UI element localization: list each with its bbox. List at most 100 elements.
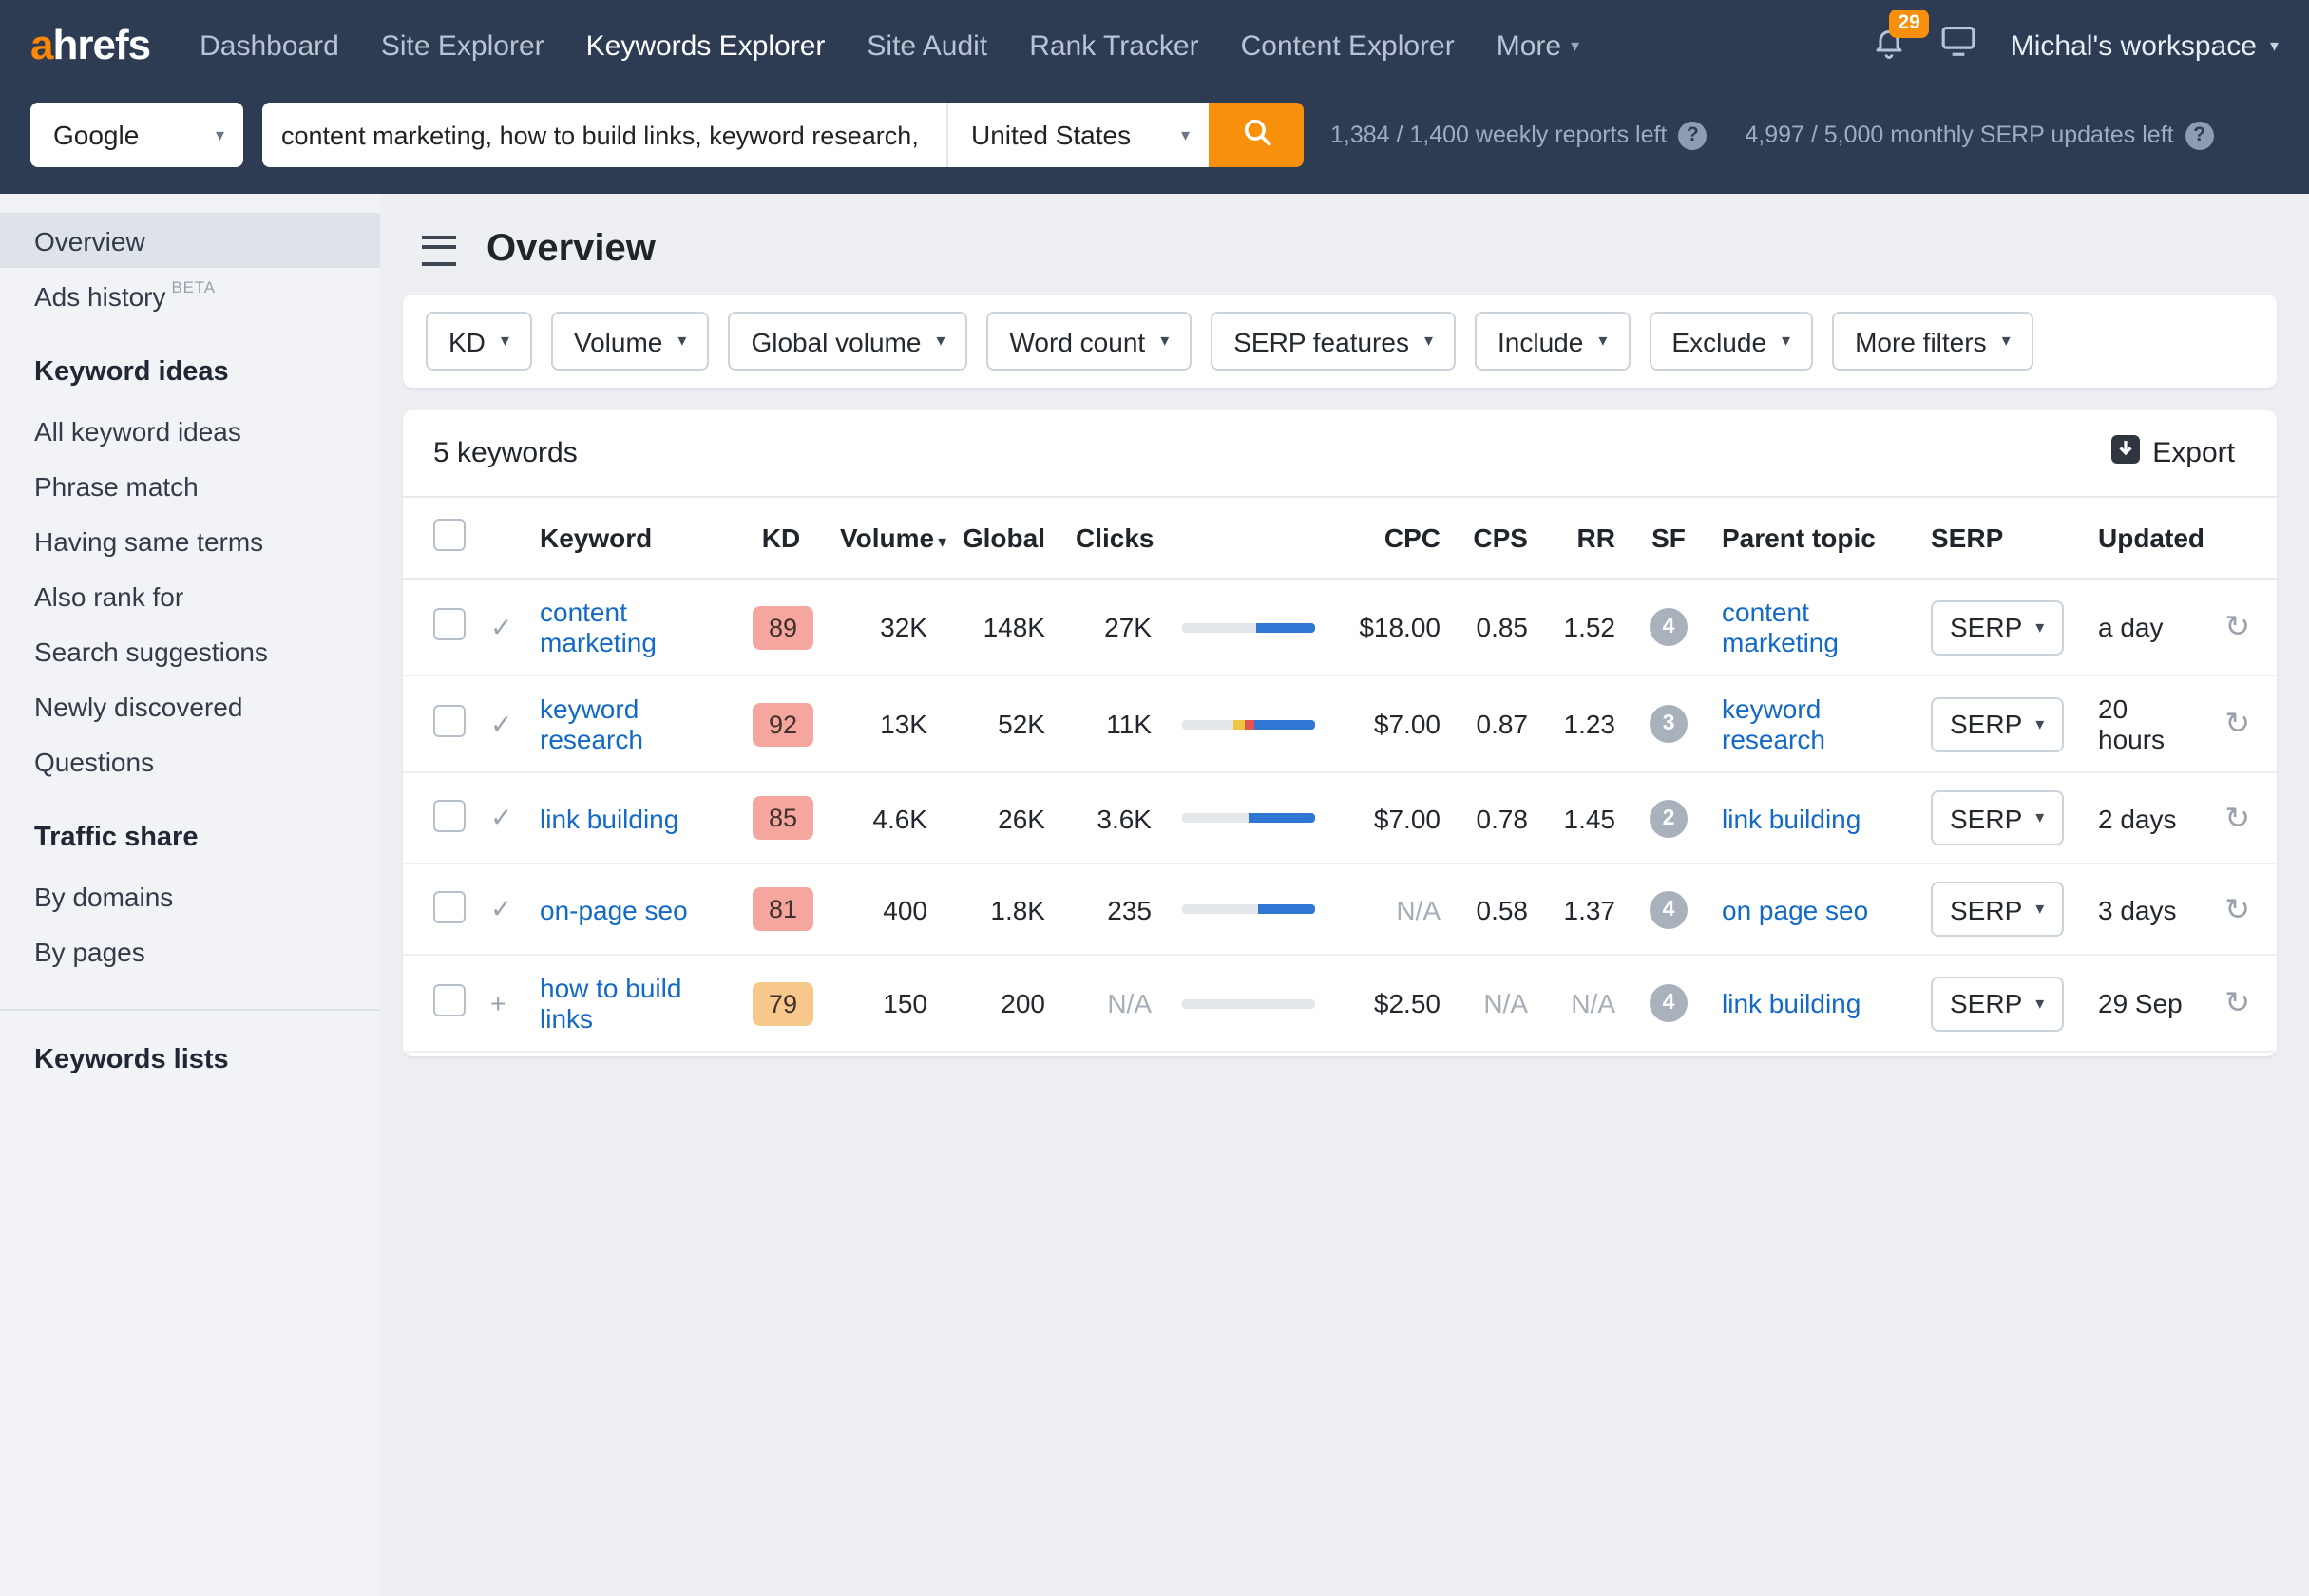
select-all-checkbox[interactable] bbox=[433, 519, 466, 551]
add-keyword-icon[interactable]: + bbox=[490, 988, 506, 1018]
filter-global-volume[interactable]: Global volume▾ bbox=[728, 312, 967, 370]
filter-include[interactable]: Include▾ bbox=[1475, 312, 1630, 370]
col-updated[interactable]: Updated bbox=[2083, 497, 2208, 579]
col-volume[interactable]: Volume▾ bbox=[825, 497, 943, 579]
main-content: Overview KD▾ Volume▾ Global volume▾ Word… bbox=[380, 194, 2309, 1596]
help-icon[interactable]: ? bbox=[1678, 121, 1707, 149]
nav-site-audit[interactable]: Site Audit bbox=[867, 29, 987, 62]
sidebar-item-by-domains[interactable]: By domains bbox=[0, 868, 380, 923]
sidebar-item-phrase-match[interactable]: Phrase match bbox=[0, 458, 380, 513]
row-checkbox[interactable] bbox=[433, 890, 466, 922]
caret-down-icon: ▾ bbox=[2035, 995, 2044, 1012]
keyword-link[interactable]: how to build links bbox=[540, 973, 681, 1034]
filter-word-count[interactable]: Word count▾ bbox=[987, 312, 1193, 370]
row-checkbox[interactable] bbox=[433, 984, 466, 1016]
row-checkbox[interactable] bbox=[433, 799, 466, 831]
nav-dashboard[interactable]: Dashboard bbox=[200, 29, 339, 62]
filter-serp-features[interactable]: SERP features▾ bbox=[1211, 312, 1456, 370]
col-sf[interactable]: SF bbox=[1631, 497, 1707, 579]
keyword-link[interactable]: content marketing bbox=[540, 597, 657, 657]
table-row: ✓ keyword research 92 13K 52K 11K $7.00 … bbox=[403, 675, 2277, 772]
toggle-sidebar-icon[interactable] bbox=[422, 235, 456, 265]
keyword-added-check-icon: ✓ bbox=[490, 611, 512, 641]
help-icon[interactable]: ? bbox=[2185, 121, 2214, 149]
refresh-icon[interactable]: ↻ bbox=[2224, 803, 2261, 835]
col-clicks[interactable]: Clicks bbox=[1060, 497, 1167, 579]
parent-topic-link[interactable]: on page seo bbox=[1722, 894, 1868, 924]
ahrefs-logo[interactable]: ahrefs bbox=[30, 21, 150, 70]
caret-down-icon: ▾ bbox=[2002, 332, 2011, 350]
search-button[interactable] bbox=[1209, 103, 1304, 167]
nav-site-explorer[interactable]: Site Explorer bbox=[381, 29, 544, 62]
caret-down-icon: ▾ bbox=[1424, 332, 1433, 350]
serp-dropdown-button[interactable]: SERP▾ bbox=[1931, 976, 2063, 1031]
clicks-value: 235 bbox=[1060, 864, 1167, 955]
sidebar-item-all-keyword-ideas[interactable]: All keyword ideas bbox=[0, 403, 380, 458]
updated-value: a day bbox=[2083, 579, 2208, 675]
nav-more[interactable]: More▾ bbox=[1497, 29, 1579, 62]
screen-share-button[interactable] bbox=[1940, 25, 1976, 66]
refresh-icon[interactable]: ↻ bbox=[2224, 894, 2261, 926]
global-volume-value: 1.8K bbox=[943, 864, 1060, 955]
cps-value: 0.85 bbox=[1456, 579, 1543, 675]
row-checkbox[interactable] bbox=[433, 608, 466, 640]
sidebar-item-having-same-terms[interactable]: Having same terms bbox=[0, 513, 380, 568]
serp-features-count: 3 bbox=[1650, 705, 1688, 743]
row-checkbox[interactable] bbox=[433, 705, 466, 737]
keyword-added-check-icon: ✓ bbox=[490, 802, 512, 832]
parent-topic-link[interactable]: keyword research bbox=[1722, 694, 1825, 754]
serp-updates-quota: 4,997 / 5,000 monthly SERP updates left … bbox=[1745, 121, 2213, 149]
serp-dropdown-button[interactable]: SERP▾ bbox=[1931, 599, 2063, 655]
keywords-search-input[interactable] bbox=[262, 103, 946, 167]
keyword-link[interactable]: link building bbox=[540, 803, 678, 833]
parent-topic-link[interactable]: link building bbox=[1722, 803, 1861, 833]
monitor-icon bbox=[1940, 25, 1976, 66]
sidebar-item-overview[interactable]: Overview bbox=[0, 213, 380, 268]
country-select[interactable]: United States ▾ bbox=[946, 103, 1209, 167]
sidebar-item-also-rank-for[interactable]: Also rank for bbox=[0, 568, 380, 623]
col-cps[interactable]: CPS bbox=[1456, 497, 1543, 579]
refresh-icon[interactable]: ↻ bbox=[2224, 709, 2261, 741]
rr-value: 1.37 bbox=[1543, 864, 1631, 955]
clicks-distribution-bar bbox=[1182, 904, 1315, 914]
col-parent-topic[interactable]: Parent topic bbox=[1707, 497, 1916, 579]
serp-dropdown-button[interactable]: SERP▾ bbox=[1931, 790, 2063, 846]
col-cpc[interactable]: CPC bbox=[1330, 497, 1456, 579]
sidebar-item-ads-history[interactable]: Ads history BETA bbox=[0, 268, 380, 323]
keyword-link[interactable]: on-page seo bbox=[540, 894, 688, 924]
sidebar-item-by-pages[interactable]: By pages bbox=[0, 923, 380, 978]
parent-topic-link[interactable]: content marketing bbox=[1722, 597, 1839, 657]
workspace-menu[interactable]: Michal's workspace ▾ bbox=[2011, 29, 2279, 62]
export-button[interactable]: Export bbox=[2099, 433, 2246, 473]
filter-kd[interactable]: KD▾ bbox=[426, 312, 532, 370]
col-rr[interactable]: RR bbox=[1543, 497, 1631, 579]
keyword-link[interactable]: keyword research bbox=[540, 694, 643, 754]
notifications-button[interactable]: 29 bbox=[1872, 24, 1906, 67]
sidebar-section-keyword-ideas: Keyword ideas bbox=[0, 357, 380, 388]
sidebar-item-questions[interactable]: Questions bbox=[0, 733, 380, 788]
search-engine-select[interactable]: Google ▾ bbox=[30, 103, 243, 167]
serp-dropdown-button[interactable]: SERP▾ bbox=[1931, 882, 2063, 937]
serp-dropdown-button[interactable]: SERP▾ bbox=[1931, 696, 2063, 751]
keyword-added-check-icon: ✓ bbox=[490, 893, 512, 923]
rr-value: 1.23 bbox=[1543, 675, 1631, 772]
workspace-name: Michal's workspace bbox=[2011, 29, 2257, 62]
parent-topic-link[interactable]: link building bbox=[1722, 988, 1861, 1018]
sidebar-item-newly-discovered[interactable]: Newly discovered bbox=[0, 678, 380, 733]
refresh-icon[interactable]: ↻ bbox=[2224, 612, 2261, 644]
refresh-icon[interactable]: ↻ bbox=[2224, 988, 2261, 1020]
nav-rank-tracker[interactable]: Rank Tracker bbox=[1029, 29, 1198, 62]
nav-keywords-explorer[interactable]: Keywords Explorer bbox=[586, 29, 826, 62]
filter-more-filters[interactable]: More filters▾ bbox=[1832, 312, 2033, 370]
col-kd[interactable]: KD bbox=[737, 497, 825, 579]
col-global[interactable]: Global bbox=[943, 497, 1060, 579]
filters-bar: KD▾ Volume▾ Global volume▾ Word count▾ S… bbox=[403, 294, 2277, 388]
col-keyword[interactable]: Keyword bbox=[525, 497, 737, 579]
filter-exclude[interactable]: Exclude▾ bbox=[1649, 312, 1813, 370]
updated-value: 3 days bbox=[2083, 864, 2208, 955]
filter-volume[interactable]: Volume▾ bbox=[551, 312, 709, 370]
cps-value: 0.87 bbox=[1456, 675, 1543, 772]
sidebar-item-search-suggestions[interactable]: Search suggestions bbox=[0, 623, 380, 678]
clicks-distribution-bar bbox=[1182, 622, 1315, 632]
nav-content-explorer[interactable]: Content Explorer bbox=[1241, 29, 1455, 62]
